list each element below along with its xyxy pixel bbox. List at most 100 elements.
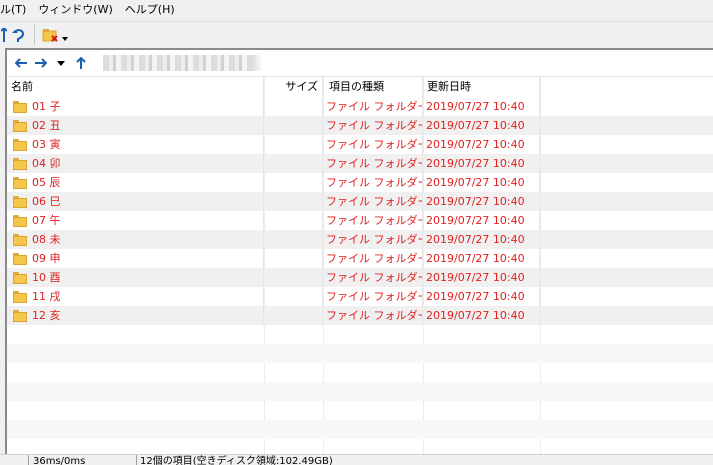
redo-icon	[12, 29, 25, 42]
file-date: 2019/07/27 10:40	[423, 192, 540, 211]
file-name: 07 午	[32, 214, 61, 227]
table-row[interactable]: 10 酉 ファイル フォルダー 2019/07/27 10:40	[7, 268, 713, 287]
folder-icon	[13, 252, 27, 265]
empty-row	[7, 382, 713, 401]
file-size	[264, 211, 323, 230]
forward-arrow-icon	[35, 58, 47, 68]
file-name: 09 申	[32, 252, 61, 265]
column-header-row: 名前 サイズ 項目の種類 更新日時	[7, 77, 713, 97]
up-arrow-icon	[76, 57, 86, 69]
up-arrow-icon	[1, 28, 7, 42]
folder-icon	[13, 100, 27, 113]
file-date: 2019/07/27 10:40	[423, 116, 540, 135]
file-size	[264, 249, 323, 268]
file-pane: 名前 サイズ 項目の種類 更新日時 01 子ファイル フォルダー 2019/07/…	[5, 48, 713, 454]
file-date: 2019/07/27 10:40	[423, 287, 540, 306]
table-row[interactable]: 06 巳 ファイル フォルダー 2019/07/27 10:40	[7, 192, 713, 211]
toolbar-separator	[34, 25, 35, 45]
file-name: 06 巳	[32, 195, 61, 208]
table-row[interactable]: 01 子 ファイル フォルダー 2019/07/27 10:40	[7, 97, 713, 116]
empty-row	[7, 420, 713, 439]
menu-bar: ル(T) ウィンドウ(W) ヘルプ(H)	[0, 0, 713, 20]
table-row[interactable]: 02 丑 ファイル フォルダー 2019/07/27 10:40	[7, 116, 713, 135]
file-name: 04 卯	[32, 157, 61, 170]
folder-icon	[13, 290, 27, 303]
folder-icon	[13, 138, 27, 151]
redo-button[interactable]	[8, 24, 30, 46]
file-size	[264, 230, 323, 249]
file-date: 2019/07/27 10:40	[423, 306, 540, 325]
menu-tools[interactable]: ル(T)	[0, 0, 32, 20]
file-name: 05 辰	[32, 176, 61, 189]
folder-icon	[13, 271, 27, 284]
parent-folder-button[interactable]	[71, 52, 91, 74]
file-type: ファイル フォルダー	[323, 211, 423, 230]
path-field-edge	[253, 55, 263, 71]
file-type: ファイル フォルダー	[323, 306, 423, 325]
empty-row	[7, 344, 713, 363]
file-type: ファイル フォルダー	[323, 154, 423, 173]
file-type: ファイル フォルダー	[323, 192, 423, 211]
table-row[interactable]: 12 亥 ファイル フォルダー 2019/07/27 10:40	[7, 306, 713, 325]
file-date: 2019/07/27 10:40	[423, 154, 540, 173]
file-type: ファイル フォルダー	[323, 173, 423, 192]
status-bar: 36ms/0ms 12個の項目(空きディスク領域:102.49GB)	[0, 454, 713, 465]
table-row[interactable]: 09 申 ファイル フォルダー 2019/07/27 10:40	[7, 249, 713, 268]
file-date: 2019/07/27 10:40	[423, 268, 540, 287]
history-dropdown-button[interactable]	[51, 52, 71, 74]
file-name: 03 寅	[32, 138, 61, 151]
column-header-name[interactable]: 名前	[7, 77, 264, 97]
menu-help[interactable]: ヘルプ(H)	[119, 0, 181, 20]
file-rows: 01 子ファイル フォルダー 2019/07/27 10:40 02 丑ファイル …	[7, 97, 713, 325]
file-type: ファイル フォルダー	[323, 268, 423, 287]
file-date: 2019/07/27 10:40	[423, 211, 540, 230]
folder-icon	[13, 214, 27, 227]
file-size	[264, 268, 323, 287]
empty-row	[7, 363, 713, 382]
file-size	[264, 306, 323, 325]
file-name: 01 子	[32, 100, 61, 113]
table-row[interactable]: 07 午 ファイル フォルダー 2019/07/27 10:40	[7, 211, 713, 230]
menu-window[interactable]: ウィンドウ(W)	[32, 0, 118, 20]
folder-icon	[13, 119, 27, 132]
folder-icon	[13, 176, 27, 189]
forward-button[interactable]	[31, 52, 51, 74]
up-button[interactable]	[0, 24, 8, 46]
file-date: 2019/07/27 10:40	[423, 249, 540, 268]
file-name: 08 未	[32, 233, 61, 246]
file-size	[264, 116, 323, 135]
column-header-size[interactable]: サイズ	[264, 77, 323, 97]
file-type: ファイル フォルダー	[323, 116, 423, 135]
file-date: 2019/07/27 10:40	[423, 173, 540, 192]
navigation-bar	[7, 50, 713, 77]
file-name: 12 亥	[32, 309, 61, 322]
file-name: 02 丑	[32, 119, 61, 132]
empty-row	[7, 401, 713, 420]
file-date: 2019/07/27 10:40	[423, 135, 540, 154]
file-size	[264, 287, 323, 306]
back-button[interactable]	[11, 52, 31, 74]
column-header-type[interactable]: 項目の種類	[323, 77, 423, 97]
table-row[interactable]: 08 未 ファイル フォルダー 2019/07/27 10:40	[7, 230, 713, 249]
back-arrow-icon	[15, 58, 27, 68]
table-row[interactable]: 11 戌 ファイル フォルダー 2019/07/27 10:40	[7, 287, 713, 306]
path-field-blurred[interactable]	[103, 55, 253, 71]
table-row[interactable]: 04 卯 ファイル フォルダー 2019/07/27 10:40	[7, 154, 713, 173]
column-header-date[interactable]: 更新日時	[423, 77, 540, 97]
file-name: 11 戌	[32, 290, 61, 303]
delete-button[interactable]	[39, 24, 71, 46]
table-row[interactable]: 05 辰 ファイル フォルダー 2019/07/27 10:40	[7, 173, 713, 192]
file-size	[264, 97, 323, 116]
file-date: 2019/07/27 10:40	[423, 97, 540, 116]
file-date: 2019/07/27 10:40	[423, 230, 540, 249]
file-list[interactable]: 名前 サイズ 項目の種類 更新日時 01 子ファイル フォルダー 2019/07/…	[7, 77, 713, 454]
file-size	[264, 154, 323, 173]
file-size	[264, 192, 323, 211]
empty-row	[7, 325, 713, 344]
table-row[interactable]: 03 寅 ファイル フォルダー 2019/07/27 10:40	[7, 135, 713, 154]
delete-folder-icon	[42, 29, 58, 42]
dropdown-arrow-icon	[62, 37, 68, 41]
folder-icon	[13, 195, 27, 208]
file-size	[264, 135, 323, 154]
file-type: ファイル フォルダー	[323, 249, 423, 268]
